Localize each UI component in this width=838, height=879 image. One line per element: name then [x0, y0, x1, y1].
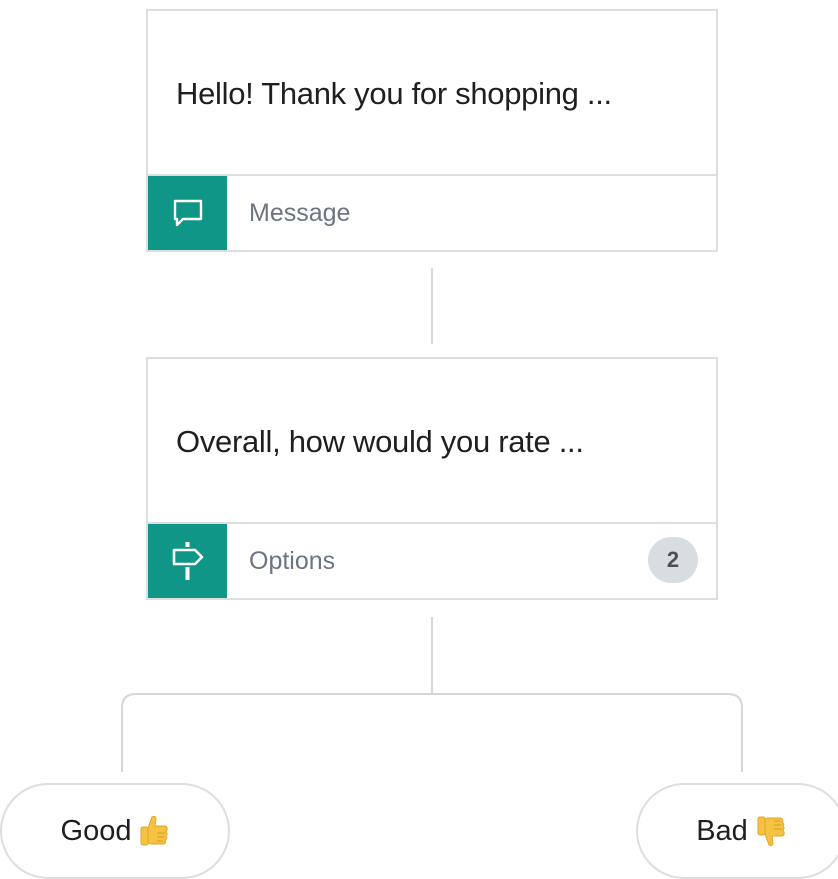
node-type-label: Options	[249, 546, 336, 575]
options-node[interactable]: Overall, how would you rate ... Options …	[146, 357, 718, 600]
signpost-icon	[148, 524, 227, 598]
options-count-badge: 2	[648, 537, 698, 583]
message-node-text: Hello! Thank you for shopping ...	[176, 76, 612, 111]
message-node[interactable]: Hello! Thank you for shopping ... Messag…	[146, 9, 718, 252]
connector-branch	[121, 693, 743, 772]
thumbs-down-icon	[756, 814, 786, 848]
options-node-footer: Options 2	[148, 522, 716, 598]
option-good[interactable]: Good	[0, 783, 230, 879]
node-type-label: Message	[249, 198, 351, 227]
option-good-label: Good	[60, 814, 132, 847]
option-bad[interactable]: Bad	[636, 783, 838, 879]
option-bad-label: Bad	[696, 814, 748, 847]
options-node-text: Overall, how would you rate ...	[176, 424, 584, 459]
thumbs-up-icon	[139, 814, 169, 848]
message-icon	[148, 176, 227, 250]
message-node-footer: Message	[148, 174, 716, 250]
